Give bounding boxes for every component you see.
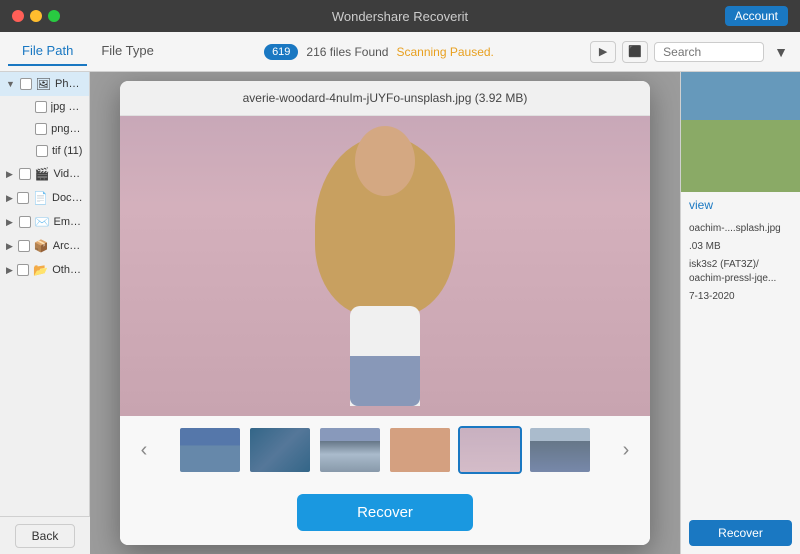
sidebar-label-tif: tif (11) (52, 145, 82, 157)
expand-arrow-video: ▶ (6, 169, 15, 180)
tab-file-path[interactable]: File Path (8, 37, 87, 66)
preview-dialog: averie-woodard-4nuIm-jUYFo-unsplash.jpg … (120, 81, 650, 545)
next-thumbnail-button[interactable]: › (614, 439, 638, 462)
sidebar-label-jpg: jpg (23) (51, 101, 83, 113)
pause-button[interactable]: ⬛ (622, 41, 648, 63)
toolbar-center: 619 216 files Found Scanning Paused. (168, 44, 590, 60)
content-area: averie-woodard-4nuIm-jUYFo-unsplash.jpg … (90, 72, 680, 554)
sidebar-label-png: png (2) (51, 123, 83, 135)
expand-arrow-email: ▶ (6, 217, 15, 228)
thumbnail-2[interactable] (248, 426, 312, 474)
checkbox-video[interactable] (19, 168, 31, 180)
thumbnail-image-4 (390, 428, 450, 472)
figure-simulation (305, 126, 465, 406)
toolbar-actions: ▶ ⬛ ▼ (590, 41, 792, 63)
sidebar-item-video[interactable]: ▶ 🎬 Video ( (0, 162, 89, 186)
right-panel-bottom: Recover (681, 512, 800, 554)
sidebar: ▼ 🖼 Photo jpg (23) png (2) tif (11) ▶ 🎬 … (0, 72, 90, 554)
thumbnail-image-6 (530, 428, 590, 472)
thumbnail-image-2 (250, 428, 310, 472)
traffic-lights (12, 10, 60, 22)
filename-info: oachim-....splash.jpg (689, 222, 792, 236)
thumbnail-1[interactable] (178, 426, 242, 474)
recover-button-main[interactable]: Recover (297, 494, 473, 531)
sidebar-label-video: Video ( (53, 168, 83, 180)
filesize-info: .03 MB (689, 240, 792, 254)
close-button[interactable] (12, 10, 24, 22)
preview-dialog-title: averie-woodard-4nuIm-jUYFo-unsplash.jpg … (120, 81, 650, 116)
maximize-button[interactable] (48, 10, 60, 22)
minimize-button[interactable] (30, 10, 42, 22)
thumbnail-4[interactable] (388, 426, 452, 474)
checkbox-archive[interactable] (18, 240, 30, 252)
checkbox-others[interactable] (17, 264, 29, 276)
landscape-preview-image (681, 72, 800, 192)
sidebar-item-jpg[interactable]: jpg (23) (0, 96, 89, 118)
files-found-label: 216 files Found (306, 45, 388, 59)
preview-image-simulation (120, 116, 650, 416)
sidebar-label-document: Docum... (52, 192, 83, 204)
thumbnail-3[interactable] (318, 426, 382, 474)
play-button[interactable]: ▶ (590, 41, 616, 63)
thumbnail-5[interactable] (458, 426, 522, 474)
sidebar-item-email[interactable]: ▶ ✉️ Email ( (0, 210, 89, 234)
checkbox-jpg[interactable] (35, 101, 47, 113)
sidebar-label-archive: Archiv... (53, 240, 83, 252)
expand-arrow-archive: ▶ (6, 241, 14, 252)
checkbox-photos[interactable] (20, 78, 32, 90)
prev-thumbnail-button[interactable]: ‹ (132, 439, 156, 462)
account-button[interactable]: Account (725, 6, 788, 26)
bottom-bar: Back (0, 516, 90, 554)
back-button[interactable]: Back (15, 524, 76, 548)
preview-main-image (120, 116, 650, 416)
filter-button[interactable]: ▼ (770, 42, 792, 62)
thumbnail-image-5 (460, 428, 520, 472)
checkbox-document[interactable] (17, 192, 29, 204)
recover-button-right[interactable]: Recover (689, 520, 792, 546)
thumbnail-strip: ‹ (120, 416, 650, 484)
thumbnail-image-3 (320, 428, 380, 472)
head-shape (355, 126, 415, 196)
toolbar: File Path File Type 619 216 files Found … (0, 32, 800, 72)
thumbnail-image-1 (180, 428, 240, 472)
main-layout: ▼ 🖼 Photo jpg (23) png (2) tif (11) ▶ 🎬 … (0, 72, 800, 554)
checkbox-png[interactable] (35, 123, 47, 135)
sidebar-label-photos: Photo (55, 78, 83, 90)
file-count-badge: 619 (264, 44, 298, 60)
right-panel-info: oachim-....splash.jpg .03 MB isk3s2 (FAT… (681, 214, 800, 512)
search-input[interactable] (654, 42, 764, 62)
right-panel: view oachim-....splash.jpg .03 MB isk3s2… (680, 72, 800, 554)
sidebar-label-others: Others... (52, 264, 83, 276)
right-panel-thumbnail (681, 72, 800, 192)
expand-arrow-doc: ▶ (6, 193, 13, 204)
preview-label[interactable]: view (681, 192, 800, 214)
checkbox-tif[interactable] (36, 145, 48, 157)
sidebar-item-tif[interactable]: tif (11) (0, 140, 89, 162)
date-info: 7-13-2020 (689, 290, 792, 304)
sidebar-item-document[interactable]: ▶ 📄 Docum... (0, 186, 89, 210)
sidebar-item-png[interactable]: png (2) (0, 118, 89, 140)
title-bar: Wondershare Recoverit Account (0, 0, 800, 32)
sidebar-item-photos[interactable]: ▼ 🖼 Photo (0, 72, 89, 96)
preview-footer: Recover (120, 484, 650, 545)
sidebar-item-others[interactable]: ▶ 📂 Others... (0, 258, 89, 282)
checkbox-email[interactable] (19, 216, 31, 228)
thumbnails (156, 426, 614, 474)
sidebar-item-archive[interactable]: ▶ 📦 Archiv... (0, 234, 89, 258)
thumbnail-6[interactable] (528, 426, 592, 474)
sidebar-label-email: Email ( (54, 216, 83, 228)
location-info: isk3s2 (FAT3Z)/ oachim-pressl-jqe... (689, 258, 792, 286)
scanning-status: Scanning Paused. (396, 45, 493, 59)
preview-modal: averie-woodard-4nuIm-jUYFo-unsplash.jpg … (90, 72, 680, 554)
jeans-shape (350, 356, 420, 406)
expand-arrow-others: ▶ (6, 265, 13, 276)
tab-file-type[interactable]: File Type (87, 37, 168, 66)
expand-arrow-icon: ▼ (6, 79, 16, 89)
app-title: Wondershare Recoverit (332, 9, 468, 24)
